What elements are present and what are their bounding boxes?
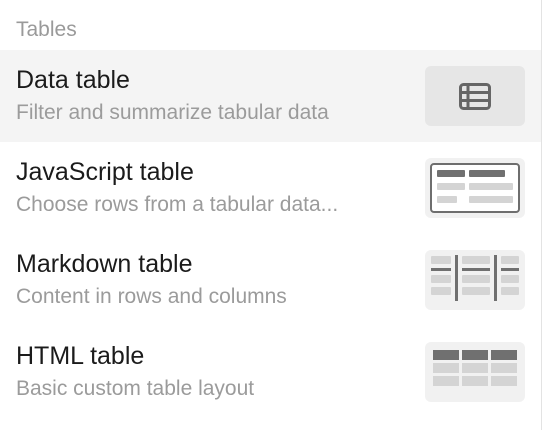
list-item-html-table[interactable]: HTML table Basic custom table layout	[0, 326, 541, 418]
item-title: Markdown table	[16, 250, 193, 278]
data-table-icon	[459, 83, 491, 110]
item-title: Data table	[16, 66, 130, 94]
list-item-javascript-table[interactable]: JavaScript table Choose rows from a tabu…	[0, 142, 541, 234]
javascript-table-thumbnail	[430, 163, 520, 213]
data-table-icon-tile	[425, 66, 525, 126]
html-table-thumbnail-tile	[425, 342, 525, 402]
markdown-table-thumbnail-tile	[425, 250, 525, 310]
item-subtitle: Basic custom table layout	[16, 377, 255, 400]
javascript-table-thumbnail-tile	[425, 158, 525, 218]
item-title: JavaScript table	[16, 158, 194, 186]
markdown-table-thumbnail	[431, 255, 519, 301]
item-subtitle: Filter and summarize tabular data	[16, 101, 329, 124]
item-subtitle: Content in rows and columns	[16, 285, 287, 308]
list-item-markdown-table[interactable]: Markdown table Content in rows and colum…	[0, 234, 541, 326]
insert-panel: Tables Data table Filter and summarize t…	[0, 0, 542, 430]
item-subtitle: Choose rows from a tabular data...	[16, 193, 339, 216]
list-item-data-table[interactable]: Data table Filter and summarize tabular …	[0, 50, 541, 142]
html-table-thumbnail	[433, 350, 517, 386]
item-title: HTML table	[16, 342, 145, 370]
section-header-tables: Tables	[16, 18, 77, 41]
